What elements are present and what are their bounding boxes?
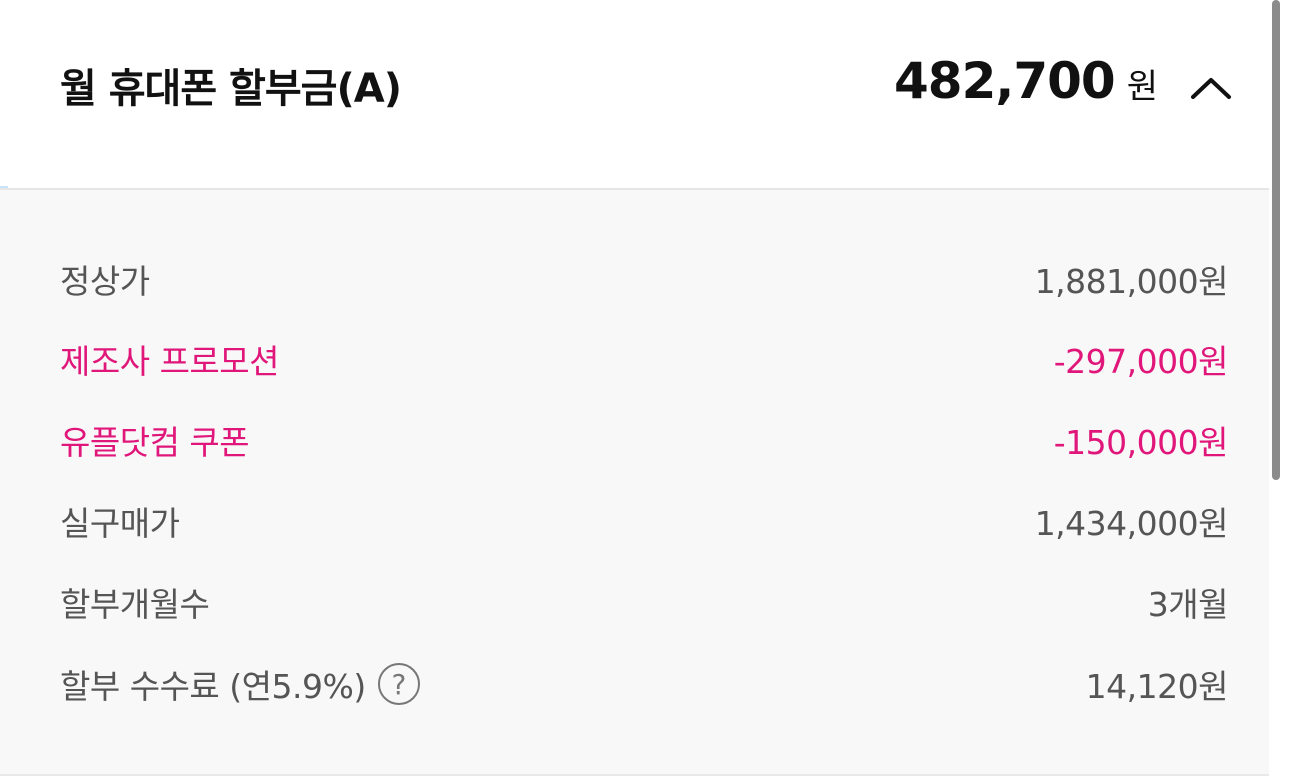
chevron-up-icon <box>1191 78 1231 99</box>
detail-label-group: 할부 수수료 (연5.9%) ? <box>60 660 420 708</box>
installment-header[interactable]: 월 휴대폰 할부금(A) 482,700 원 <box>0 0 1270 187</box>
detail-value: 1,881,000원 <box>1034 262 1229 301</box>
detail-label: 할부 수수료 (연5.9%) <box>60 667 366 706</box>
detail-row-regular-price: 정상가 1,881,000원 <box>60 254 1229 304</box>
installment-title: 월 휴대폰 할부금(A) <box>60 66 402 112</box>
detail-label: 유플닷컴 쿠폰 <box>60 423 250 462</box>
installment-details-panel: 정상가 1,881,000원 제조사 프로모션 -297,000원 유플닷컴 쿠… <box>0 188 1269 776</box>
collapse-button[interactable] <box>1186 66 1236 110</box>
detail-row-coupon: 유플닷컴 쿠폰 -150,000원 <box>60 415 1229 465</box>
help-icon[interactable]: ? <box>377 663 420 705</box>
detail-value: -150,000원 <box>1053 423 1229 462</box>
monthly-total-amount: 482,700 <box>893 52 1116 110</box>
monthly-total-unit: 원 <box>1126 67 1158 107</box>
detail-label: 할부개월수 <box>60 585 210 624</box>
detail-value: 3개월 <box>1147 585 1229 624</box>
detail-label: 제조사 프로모션 <box>60 342 280 381</box>
scrollbar-thumb[interactable] <box>1272 0 1280 480</box>
detail-row-manufacturer-promotion: 제조사 프로모션 -297,000원 <box>60 334 1229 384</box>
monthly-total: 482,700 원 <box>894 52 1158 110</box>
detail-row-installment-months: 할부개월수 3개월 <box>60 577 1229 627</box>
detail-value: 1,434,000원 <box>1034 504 1229 543</box>
detail-value: 14,120원 <box>1085 667 1229 706</box>
detail-value: -297,000원 <box>1053 342 1229 381</box>
detail-row-actual-price: 실구매가 1,434,000원 <box>60 496 1229 546</box>
detail-row-installment-fee: 할부 수수료 (연5.9%) ? 14,120원 <box>60 659 1229 709</box>
detail-label: 실구매가 <box>60 504 180 543</box>
detail-label: 정상가 <box>60 262 150 301</box>
